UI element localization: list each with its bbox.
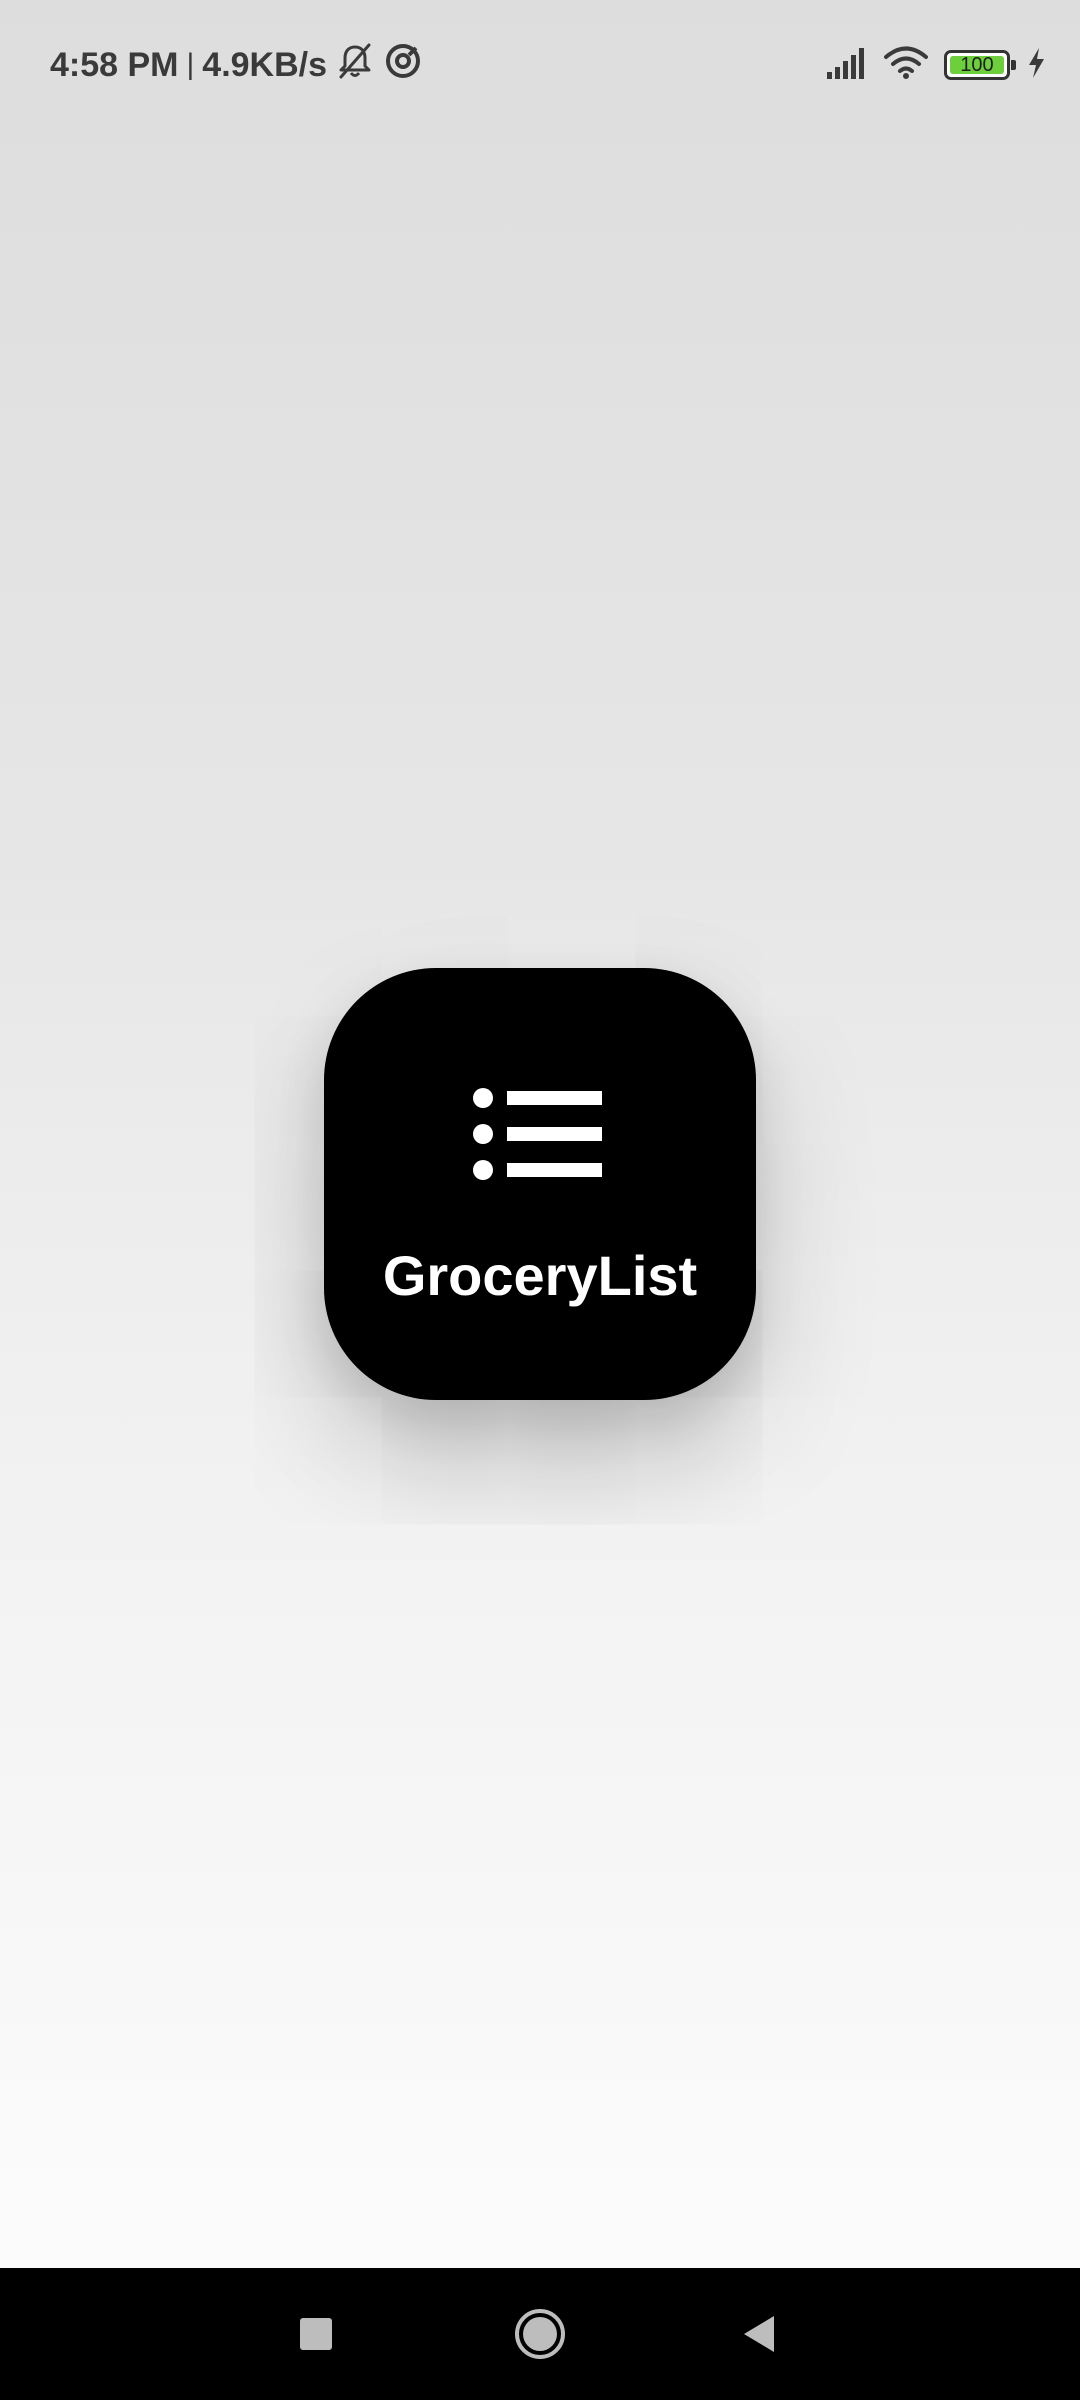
status-bar: 4:58 PM | 4.9KB/s 100 — [0, 0, 1080, 128]
battery-icon: 100 — [944, 50, 1016, 80]
list-icon — [472, 1086, 608, 1191]
status-bar-left: 4:58 PM | 4.9KB/s — [50, 40, 423, 90]
status-separator: | — [186, 48, 195, 81]
status-bar-right: 100 — [826, 40, 1046, 90]
home-button[interactable] — [500, 2294, 580, 2374]
app-logo: GroceryList — [324, 968, 756, 1400]
wifi-icon — [884, 46, 928, 85]
data-saver-icon — [383, 41, 423, 90]
app-name: GroceryList — [382, 1244, 698, 1307]
status-time: 4:58 PM — [50, 45, 179, 84]
network-speed: 4.9KB/s — [202, 45, 328, 84]
back-icon — [744, 2316, 774, 2352]
recents-icon — [300, 2318, 332, 2350]
battery-nub — [1011, 60, 1016, 70]
splash-screen: 4:58 PM | 4.9KB/s 100 GroceryList — [0, 0, 1080, 2400]
charging-icon — [1026, 47, 1046, 84]
signal-icon — [826, 46, 868, 85]
back-button[interactable] — [720, 2294, 800, 2374]
battery-level: 100 — [960, 54, 994, 76]
mute-bell-icon — [335, 41, 375, 90]
home-icon — [515, 2309, 565, 2359]
recents-button[interactable] — [276, 2294, 356, 2374]
navigation-bar — [0, 2268, 1080, 2400]
